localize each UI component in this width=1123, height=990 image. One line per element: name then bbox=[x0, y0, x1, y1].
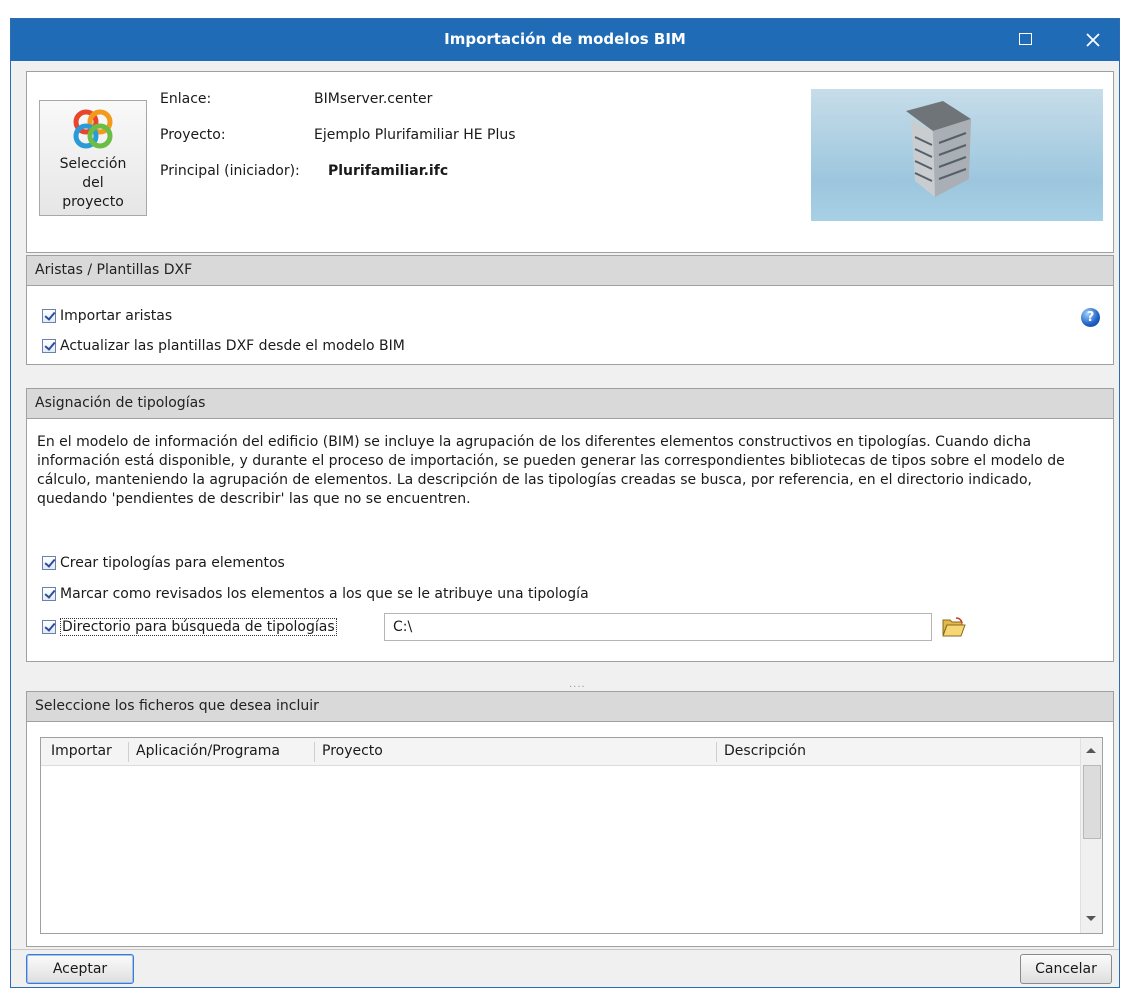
update-templates-label: Actualizar las plantillas DXF desde el m… bbox=[60, 338, 405, 354]
import-edges-label: Importar aristas bbox=[60, 308, 173, 324]
files-table-header: Importar Aplicación/Programa Proyecto De… bbox=[41, 738, 1081, 766]
column-project[interactable]: Proyecto bbox=[322, 743, 383, 759]
files-panel: Seleccione los ficheros que desea inclui… bbox=[26, 691, 1114, 947]
building-model-image bbox=[906, 101, 971, 197]
scrollbar-thumb[interactable] bbox=[1083, 765, 1101, 839]
import-edges-checkbox[interactable] bbox=[42, 309, 56, 323]
bimserver-logo-icon bbox=[73, 109, 113, 149]
create-typologies-label: Crear tipologías para elementos bbox=[60, 555, 285, 571]
accept-button[interactable]: Aceptar bbox=[26, 954, 134, 984]
main-file-value: Plurifamiliar.ifc bbox=[328, 163, 449, 179]
mark-reviewed-option[interactable]: Marcar como revisados los elementos a lo… bbox=[42, 584, 589, 604]
edges-panel: Aristas / Plantillas DXF Importar arista… bbox=[26, 255, 1114, 365]
help-icon[interactable]: ? bbox=[1081, 308, 1100, 327]
window-title: Importación de modelos BIM bbox=[444, 30, 686, 48]
project-value: Ejemplo Plurifamiliar HE Plus bbox=[314, 127, 516, 143]
close-icon bbox=[1086, 33, 1100, 47]
link-label: Enlace: bbox=[160, 91, 212, 107]
folder-open-icon bbox=[942, 617, 966, 637]
typologies-description: En el modelo de información del edificio… bbox=[37, 434, 1065, 507]
scroll-down-icon[interactable] bbox=[1086, 916, 1096, 921]
select-project-button[interactable]: Selección del proyecto bbox=[39, 100, 147, 216]
column-import[interactable]: Importar bbox=[51, 743, 112, 759]
title-bar: Importación de modelos BIM bbox=[11, 19, 1119, 61]
cancel-button[interactable]: Cancelar bbox=[1020, 954, 1112, 984]
project-label: Proyecto: bbox=[160, 127, 226, 143]
link-value: BIMserver.center bbox=[314, 91, 433, 107]
footer-divider bbox=[11, 949, 1119, 950]
edges-panel-header: Aristas / Plantillas DXF bbox=[27, 256, 1113, 286]
create-typologies-option[interactable]: Crear tipologías para elementos bbox=[42, 553, 285, 573]
files-panel-header: Seleccione los ficheros que desea inclui… bbox=[27, 692, 1113, 722]
scroll-up-icon[interactable] bbox=[1086, 748, 1096, 753]
typologies-panel-header: Asignación de tipologías bbox=[27, 389, 1113, 419]
column-application[interactable]: Aplicación/Programa bbox=[136, 743, 280, 759]
splitter-grip[interactable]: .... bbox=[569, 679, 586, 690]
close-button[interactable] bbox=[1073, 23, 1113, 57]
select-project-label: Selección del proyecto bbox=[59, 156, 127, 210]
maximize-icon bbox=[1018, 33, 1032, 45]
typologies-directory-checkbox[interactable] bbox=[42, 620, 56, 634]
create-typologies-checkbox[interactable] bbox=[42, 556, 56, 570]
typologies-panel: Asignación de tipologías En el modelo de… bbox=[26, 388, 1114, 662]
vertical-scrollbar[interactable] bbox=[1080, 738, 1102, 933]
mark-reviewed-label: Marcar como revisados los elementos a lo… bbox=[60, 586, 589, 602]
files-table[interactable]: Importar Aplicación/Programa Proyecto De… bbox=[40, 737, 1103, 934]
project-info-panel: Selección del proyecto Enlace: BIMserver… bbox=[26, 71, 1114, 253]
import-bim-dialog: Importación de modelos BIM Selección del… bbox=[10, 18, 1120, 988]
typologies-directory-label: Directorio para búsqueda de tipologías bbox=[60, 618, 337, 636]
mark-reviewed-checkbox[interactable] bbox=[42, 587, 56, 601]
model-thumbnail bbox=[811, 89, 1103, 221]
update-templates-checkbox[interactable] bbox=[42, 339, 56, 353]
typologies-directory-input[interactable]: C:\ bbox=[384, 613, 932, 641]
column-description[interactable]: Descripción bbox=[724, 743, 806, 759]
import-edges-option[interactable]: Importar aristas bbox=[42, 306, 172, 326]
update-templates-option[interactable]: Actualizar las plantillas DXF desde el m… bbox=[42, 336, 405, 356]
typologies-directory-option[interactable]: Directorio para búsqueda de tipologías bbox=[42, 617, 337, 637]
main-file-label: Principal (iniciador): bbox=[160, 163, 300, 179]
browse-folder-button[interactable] bbox=[942, 616, 966, 638]
maximize-button[interactable] bbox=[1005, 23, 1045, 57]
